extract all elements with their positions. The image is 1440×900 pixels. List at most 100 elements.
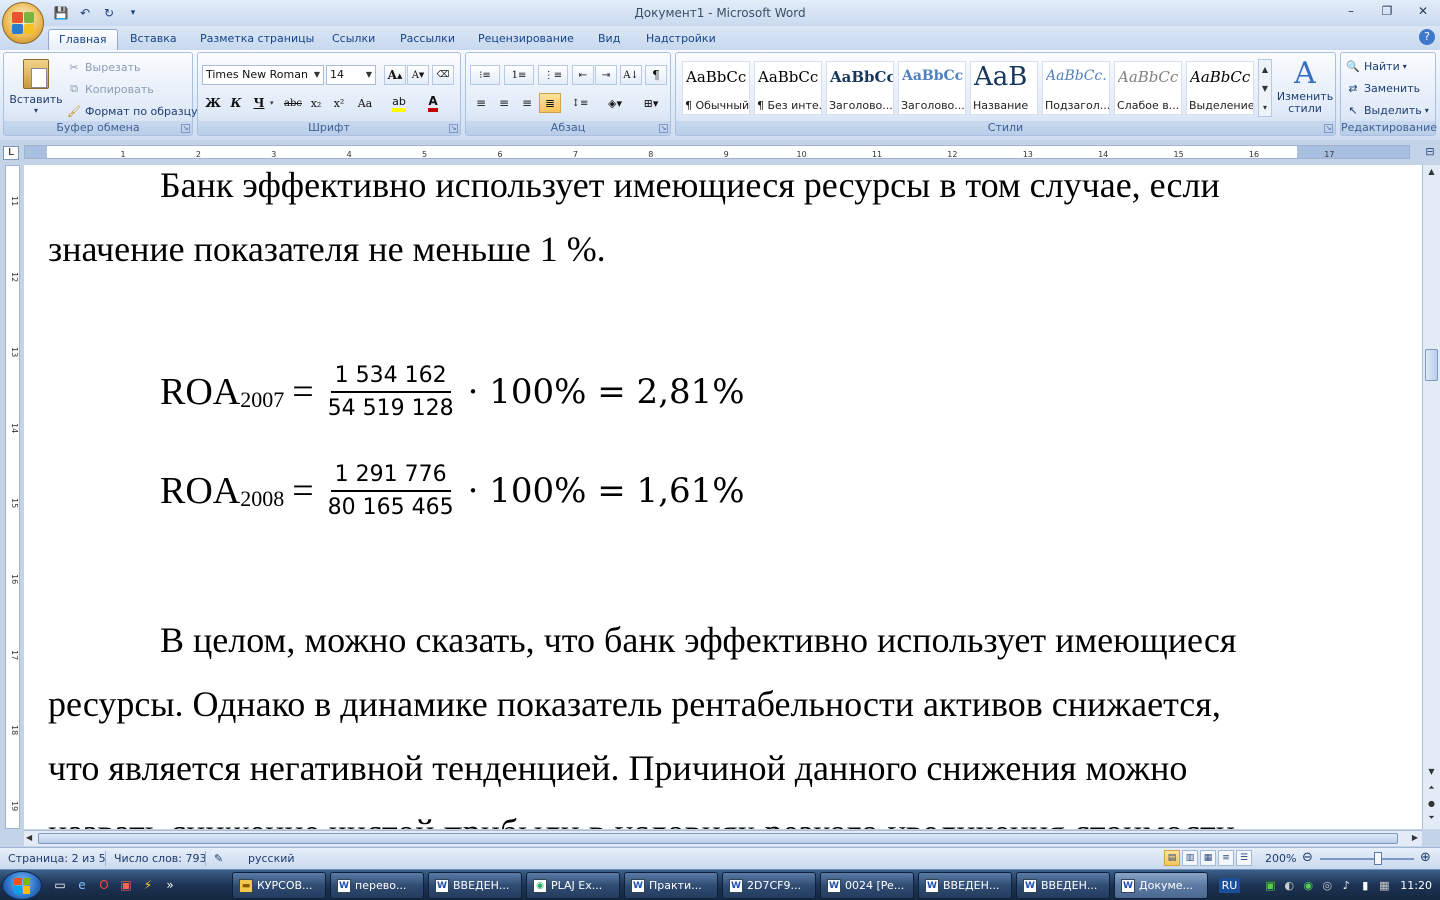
- font-size-combo[interactable]: 14 ▼: [326, 65, 376, 85]
- page-count[interactable]: Страница: 2 из 5: [8, 852, 106, 865]
- subscript-button[interactable]: x₂: [305, 93, 327, 113]
- tab-page-layout[interactable]: Разметка страницы: [190, 29, 324, 50]
- spellcheck-icon[interactable]: ✎: [214, 852, 223, 865]
- draft-icon[interactable]: ☰: [1236, 850, 1252, 866]
- volume-icon[interactable]: ♪: [1339, 879, 1353, 893]
- tray-icon[interactable]: ◉: [1301, 879, 1315, 893]
- superscript-button[interactable]: x²: [328, 93, 350, 113]
- close-icon[interactable]: ✕: [1412, 2, 1434, 20]
- taskbar-item[interactable]: W 0024 [Pe...: [820, 872, 914, 899]
- tab-addins[interactable]: Надстройки: [636, 29, 726, 50]
- restore-icon[interactable]: ❐: [1376, 2, 1398, 20]
- vertical-ruler[interactable]: 11 12 13 14 15 16 17 18 19: [5, 165, 20, 829]
- copy-button[interactable]: ⧉ Копировать: [66, 79, 154, 99]
- style-heading-2[interactable]: AaBbCc Заголово...: [898, 61, 966, 115]
- tray-icon[interactable]: ◎: [1320, 879, 1334, 893]
- taskbar-item[interactable]: W Практи...: [624, 872, 718, 899]
- vertical-scroll-thumb[interactable]: [1425, 349, 1438, 381]
- justify-button[interactable]: ≣: [539, 93, 561, 113]
- style-subtle-emphasis[interactable]: AaBbCc Слабое в...: [1114, 61, 1182, 115]
- style-title[interactable]: AaB Название: [970, 61, 1038, 115]
- previous-page-icon[interactable]: ⏶: [1425, 783, 1438, 796]
- taskbar-item[interactable]: Wперево...: [330, 872, 424, 899]
- show-marks-button[interactable]: ¶: [645, 65, 667, 85]
- taskbar-item-active[interactable]: W Докуме...: [1114, 872, 1208, 899]
- find-button[interactable]: 🔍 Найти ▾: [1345, 56, 1407, 76]
- opera-icon[interactable]: O: [96, 877, 112, 893]
- vertical-scrollbar[interactable]: ▲ ▼ ⏶ ● ⏷: [1422, 165, 1440, 829]
- cut-button[interactable]: ✂ Вырезать: [66, 57, 140, 77]
- styles-scroll[interactable]: ▲ ▼ ▾: [1258, 59, 1272, 117]
- sort-button[interactable]: A↓: [620, 65, 642, 85]
- taskbar-item[interactable]: W ВВЕДЕН...: [1016, 872, 1110, 899]
- decrease-indent-button[interactable]: ⇤: [572, 65, 594, 85]
- styles-launcher-icon[interactable]: ↘: [1324, 124, 1333, 133]
- clear-format-button[interactable]: ⌫: [432, 65, 454, 85]
- zoom-in-icon[interactable]: ⊕: [1420, 850, 1431, 865]
- multilevel-list-button[interactable]: ⋮≡: [538, 65, 568, 85]
- tab-review[interactable]: Рецензирование: [468, 29, 584, 50]
- scroll-up-icon[interactable]: ▲: [1425, 167, 1438, 180]
- style-normal[interactable]: AaBbCc ¶ Обычный: [682, 61, 750, 115]
- taskbar-item[interactable]: ▬ КУРСОВ...: [232, 872, 326, 899]
- grow-font-button[interactable]: A ▲: [384, 65, 406, 85]
- network-icon[interactable]: ▮: [1358, 879, 1372, 893]
- language-indicator[interactable]: RU: [1218, 878, 1241, 893]
- tab-view[interactable]: Вид: [588, 29, 630, 50]
- bullets-button[interactable]: ⁝≡: [470, 65, 500, 85]
- horizontal-ruler[interactable]: 1 2 3 4 5 6 7 8 9 10 11 12 13 14 15 16 17: [24, 145, 1410, 159]
- font-name-combo[interactable]: Times New Roman ▼: [202, 65, 324, 85]
- help-icon[interactable]: ?: [1419, 29, 1435, 45]
- show-desktop-icon[interactable]: ▭: [52, 877, 68, 893]
- borders-button[interactable]: ⊞▾: [636, 93, 666, 113]
- outline-icon[interactable]: ≡: [1218, 850, 1234, 866]
- italic-button[interactable]: К: [225, 93, 247, 113]
- zoom-out-icon[interactable]: ⊖: [1302, 850, 1313, 865]
- full-screen-reading-icon[interactable]: ▥: [1182, 850, 1198, 866]
- format-painter-button[interactable]: 🖌 Формат по образцу: [66, 101, 198, 121]
- word-count[interactable]: Число слов: 793: [114, 852, 207, 865]
- tray-icon[interactable]: ▦: [1377, 879, 1391, 893]
- style-no-spacing[interactable]: AaBbCc ¶ Без инте...: [754, 61, 822, 115]
- scroll-right-icon[interactable]: ▶: [1412, 833, 1418, 842]
- replace-button[interactable]: ⇄ Заменить: [1345, 78, 1420, 98]
- taskbar-item[interactable]: W ВВЕДЕН...: [918, 872, 1012, 899]
- taskbar-item[interactable]: W 2D7CF9...: [722, 872, 816, 899]
- style-emphasis[interactable]: AaBbCc Выделение: [1186, 61, 1254, 115]
- more-icon[interactable]: »: [162, 877, 178, 893]
- tab-references[interactable]: Ссылки: [322, 29, 385, 50]
- print-layout-icon[interactable]: ▤: [1164, 850, 1180, 866]
- align-center-button[interactable]: ≡: [493, 93, 515, 113]
- underline-button[interactable]: Ч: [248, 93, 270, 113]
- scroll-left-icon[interactable]: ◀: [26, 833, 32, 842]
- clipboard-launcher-icon[interactable]: ↘: [181, 124, 190, 133]
- horizontal-scrollbar[interactable]: ◀ ▶: [24, 830, 1422, 846]
- bold-button[interactable]: Ж: [202, 93, 224, 113]
- taskbar-item[interactable]: ◉ PLAJ Ex...: [526, 872, 620, 899]
- scroll-down-icon[interactable]: ▼: [1425, 767, 1438, 780]
- font-launcher-icon[interactable]: ↘: [449, 124, 458, 133]
- taskbar-item[interactable]: W ВВЕДЕН...: [428, 872, 522, 899]
- office-button[interactable]: [2, 2, 44, 44]
- next-page-icon[interactable]: ⏷: [1425, 813, 1438, 826]
- style-heading-1[interactable]: AaBbCc Заголово...: [826, 61, 894, 115]
- browse-object-icon[interactable]: ●: [1425, 799, 1438, 812]
- select-button[interactable]: ↖ Выделить ▾: [1345, 100, 1428, 120]
- paste-button[interactable]: Вставить ▾: [8, 57, 64, 123]
- web-layout-icon[interactable]: ▦: [1200, 850, 1216, 866]
- numbering-button[interactable]: 1≡: [504, 65, 534, 85]
- paragraph-launcher-icon[interactable]: ↘: [659, 124, 668, 133]
- highlight-button[interactable]: ab: [388, 93, 410, 113]
- view-ruler-icon[interactable]: ⊟: [1422, 145, 1438, 161]
- tab-home[interactable]: Главная: [48, 29, 118, 50]
- minimize-icon[interactable]: –: [1340, 2, 1362, 20]
- style-subtitle[interactable]: AaBbCc. Подзагол...: [1042, 61, 1110, 115]
- start-button[interactable]: [2, 871, 42, 900]
- tray-icon[interactable]: ◐: [1282, 879, 1296, 893]
- zoom-level[interactable]: 200%: [1265, 852, 1296, 865]
- tab-insert[interactable]: Вставка: [120, 29, 187, 50]
- increase-indent-button[interactable]: ⇥: [595, 65, 617, 85]
- align-left-button[interactable]: ≡: [470, 93, 492, 113]
- language[interactable]: русский: [248, 852, 295, 865]
- ie-icon[interactable]: e: [74, 877, 90, 893]
